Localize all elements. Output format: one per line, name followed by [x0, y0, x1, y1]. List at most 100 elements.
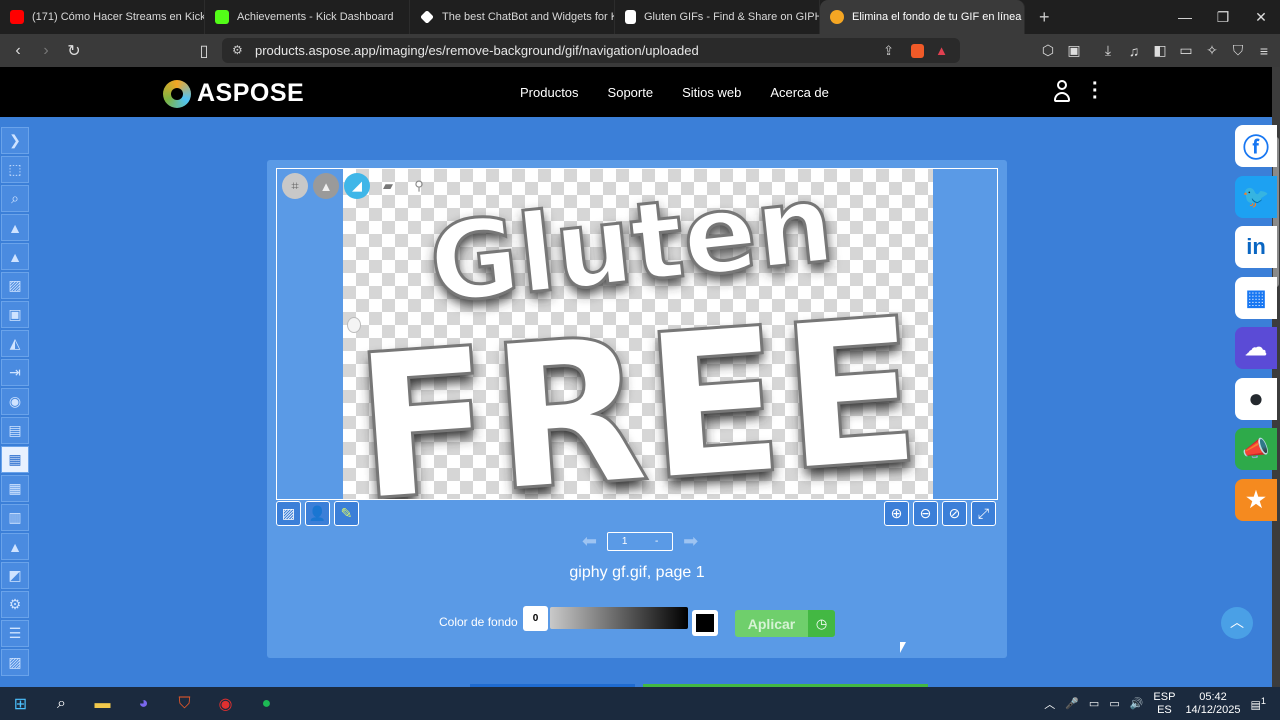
- crop-icon[interactable]: ⌗: [282, 173, 308, 199]
- maximize-icon[interactable]: ❐: [1204, 0, 1242, 34]
- facebook-icon[interactable]: ⓕ: [1235, 125, 1277, 167]
- gallery-tool-icon[interactable]: ◩: [1, 562, 29, 589]
- linkedin-icon[interactable]: in: [1235, 226, 1277, 268]
- document-tool-icon[interactable]: ▤: [1, 417, 29, 444]
- language-indicator[interactable]: ESP ES: [1153, 691, 1175, 717]
- clock-icon[interactable]: ◷: [808, 610, 835, 637]
- extensions-icon[interactable]: ⬡: [1040, 42, 1056, 59]
- share-icon[interactable]: ⇪: [883, 38, 894, 63]
- menu-icon[interactable]: ≡: [1256, 43, 1272, 59]
- discord-icon[interactable]: ◕: [123, 687, 164, 720]
- grid-tool-icon[interactable]: ▦: [1, 475, 29, 502]
- resize-tool-icon[interactable]: ⬚: [1, 156, 29, 183]
- pencil-icon[interactable]: ✎: [334, 501, 359, 526]
- bg-color-swatch[interactable]: [692, 610, 718, 636]
- obs-icon[interactable]: ◉: [205, 687, 246, 720]
- file-explorer-icon[interactable]: ▬: [82, 687, 123, 720]
- scroll-to-top-button[interactable]: ︿: [1221, 607, 1253, 639]
- screenshot-icon[interactable]: ▣: [1066, 42, 1082, 59]
- landscape-tool-icon[interactable]: ▲: [1, 533, 29, 560]
- browser-tab-giphy[interactable]: Gluten GIFs - Find & Share on GIPHY: [615, 0, 820, 34]
- volume-icon[interactable]: 🔊: [1130, 697, 1144, 710]
- apply-button[interactable]: Aplicar ◷: [735, 610, 835, 637]
- foreground-marker-icon[interactable]: ▲: [313, 173, 339, 199]
- image-share-icon[interactable]: ▦: [1235, 276, 1277, 319]
- user-icon[interactable]: [1053, 80, 1071, 104]
- windows-start-icon[interactable]: ⊞: [0, 687, 41, 720]
- download-icon[interactable]: ⤓: [1100, 42, 1116, 59]
- mirror-tool-icon[interactable]: ◭: [1, 330, 29, 357]
- media-icon[interactable]: ♫: [1126, 43, 1142, 59]
- zoom-in-icon[interactable]: ⊕: [884, 501, 909, 526]
- new-tab-button[interactable]: +: [1039, 7, 1050, 28]
- image-edit-tool-icon[interactable]: ▲: [1, 243, 29, 270]
- browser-tab-youtube[interactable]: (171) Cómo Hacer Streams en Kick (C: [0, 0, 205, 34]
- forward-icon[interactable]: ›: [32, 42, 60, 60]
- page-select[interactable]: 1 -: [607, 532, 674, 551]
- remove-background-tool-icon[interactable]: ▦: [1, 446, 29, 473]
- url-field[interactable]: ⚙ products.aspose.app/imaging/es/remove-…: [222, 38, 960, 63]
- gif-canvas[interactable]: Gluten Gluten FREE FREE: [343, 169, 933, 499]
- bookmark-icon[interactable]: ▯: [190, 41, 218, 61]
- nav-item-acerca-de[interactable]: Acerca de: [770, 85, 829, 100]
- prev-page-icon[interactable]: ⬅: [582, 531, 597, 552]
- close-window-icon[interactable]: ✕: [1242, 0, 1280, 34]
- microphone-icon[interactable]: 🎤: [1065, 697, 1079, 710]
- brave-rewards-icon[interactable]: ▲: [935, 38, 948, 63]
- person-icon[interactable]: 👤: [305, 501, 330, 526]
- zoom-out-icon[interactable]: ⊖: [913, 501, 938, 526]
- import-tool-icon[interactable]: ⇥: [1, 359, 29, 386]
- lightbulb-icon[interactable]: [347, 317, 361, 333]
- search-icon[interactable]: ⌕: [41, 687, 82, 720]
- aspose-logo[interactable]: ASPOSE: [163, 79, 304, 108]
- site-settings-icon[interactable]: ⚙: [232, 38, 243, 63]
- leo-ai-icon[interactable]: ✧: [1204, 42, 1220, 59]
- nav-item-sitios-web[interactable]: Sitios web: [682, 85, 741, 100]
- battery-icon[interactable]: ▭: [1089, 697, 1099, 710]
- browser-tab-chatbot[interactable]: The best ChatBot and Widgets for Ki: [410, 0, 615, 34]
- photo-tool-icon[interactable]: ▨: [1, 649, 29, 676]
- fullscreen-icon[interactable]: ⤢: [971, 501, 996, 526]
- network-icon[interactable]: ▭: [1109, 697, 1119, 710]
- layers-tool-icon[interactable]: ☰: [1, 620, 29, 647]
- reset-icon[interactable]: ⊘: [942, 501, 967, 526]
- nav-item-productos[interactable]: Productos: [520, 85, 579, 100]
- cloud-icon[interactable]: ☁: [1235, 327, 1277, 369]
- next-page-icon[interactable]: ➡: [683, 531, 698, 552]
- star-icon[interactable]: ★: [1235, 478, 1277, 521]
- page-tool-icon[interactable]: ▥: [1, 504, 29, 531]
- spotify-icon[interactable]: ●: [246, 687, 287, 720]
- megaphone-icon[interactable]: 📣: [1235, 428, 1277, 470]
- github-icon[interactable]: ●: [1235, 377, 1277, 420]
- bg-color-label: Color de fondo: [439, 615, 518, 629]
- brave-shield-icon[interactable]: [911, 44, 924, 58]
- more-options-icon[interactable]: · · ·: [1092, 74, 1099, 108]
- image-tool-icon[interactable]: ▲: [1, 214, 29, 241]
- reload-icon[interactable]: ↻: [60, 41, 88, 61]
- clock[interactable]: 05:42 14/12/2025: [1185, 691, 1240, 717]
- tray-overflow-icon[interactable]: ︿: [1044, 696, 1055, 712]
- view-tool-icon[interactable]: ◉: [1, 388, 29, 415]
- bg-color-value-input[interactable]: 0: [523, 606, 548, 631]
- minimize-icon[interactable]: —: [1166, 0, 1204, 34]
- twitter-icon[interactable]: 🐦: [1235, 175, 1277, 218]
- frame-tool-icon[interactable]: ▣: [1, 301, 29, 328]
- crop-image-tool-icon[interactable]: ▨: [1, 272, 29, 299]
- settings-tool-icon[interactable]: ⚙: [1, 591, 29, 618]
- bg-color-slider[interactable]: [550, 607, 688, 629]
- image-view-icon[interactable]: ▨: [276, 501, 301, 526]
- zoom-tool-icon[interactable]: ⌕: [1, 185, 29, 212]
- eraser-icon[interactable]: ▰: [375, 173, 401, 199]
- back-icon[interactable]: ‹: [4, 42, 32, 60]
- brave-browser-icon[interactable]: ⛉: [164, 687, 205, 720]
- brush-icon[interactable]: ⚲: [406, 173, 432, 199]
- wallet-icon[interactable]: ▭: [1178, 42, 1194, 59]
- background-marker-icon[interactable]: ◢: [344, 173, 370, 199]
- nav-item-soporte[interactable]: Soporte: [608, 85, 654, 100]
- browser-tab-aspose[interactable]: Elimina el fondo de tu GIF en línea✕: [820, 0, 1025, 34]
- expand-sidebar-icon[interactable]: ❯: [1, 127, 29, 154]
- notifications-icon[interactable]: ▤1: [1251, 696, 1267, 712]
- browser-tab-kick[interactable]: Achievements - Kick Dashboard: [205, 0, 410, 34]
- vpn-icon[interactable]: ⛉: [1230, 42, 1246, 59]
- sidebar-icon[interactable]: ◧: [1152, 42, 1168, 59]
